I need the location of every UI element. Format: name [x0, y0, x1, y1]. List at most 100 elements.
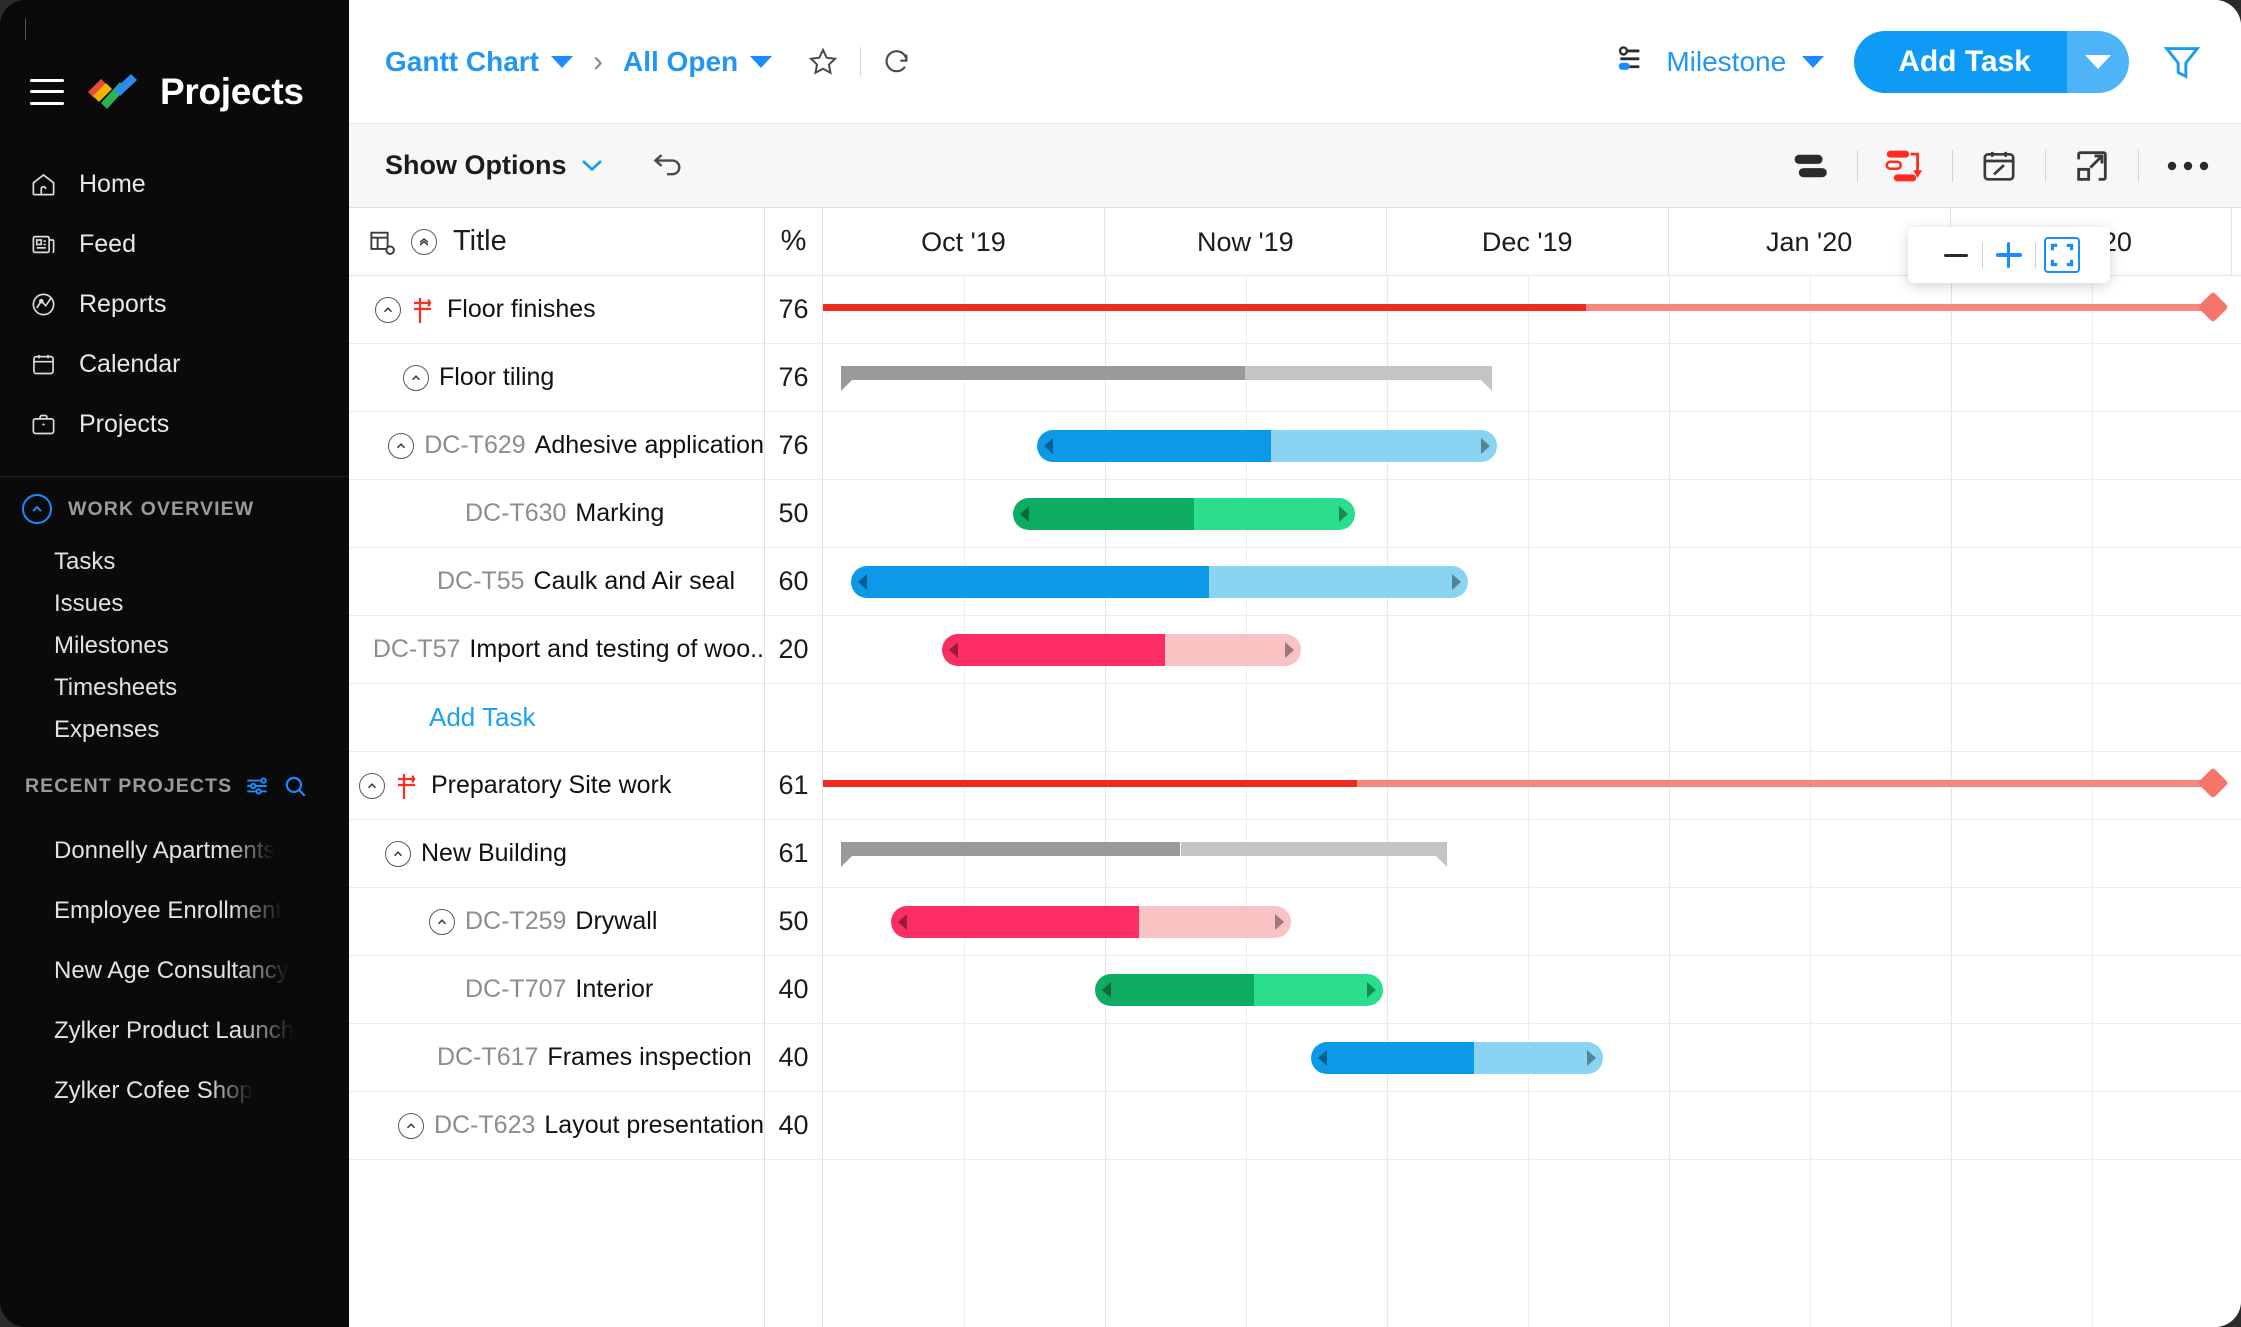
show-options-button[interactable]: Show Options [385, 150, 603, 181]
table-row[interactable]: DC-T630 Marking [349, 480, 764, 548]
task-bar[interactable] [1095, 974, 1384, 1006]
brand-title: Projects [160, 70, 304, 112]
search-icon[interactable] [282, 773, 308, 799]
drag-handle-right[interactable] [1367, 982, 1377, 998]
critical-path-icon[interactable] [1884, 147, 1926, 185]
row-collapse-icon[interactable] [359, 772, 385, 799]
add-task-button-group[interactable]: Add Task [1854, 30, 2129, 93]
sidebar-sub-label: Tasks [54, 548, 116, 575]
task-bar[interactable] [1310, 1042, 1603, 1074]
add-task-link[interactable]: Add Task [429, 702, 535, 733]
filter-funnel-icon[interactable] [2159, 39, 2205, 85]
table-row[interactable]: DC-T707 Interior [349, 956, 764, 1024]
row-collapse-icon[interactable] [385, 840, 411, 867]
refresh-icon[interactable] [881, 46, 913, 78]
row-collapse-icon[interactable] [375, 296, 401, 323]
drag-handle-right[interactable] [1480, 438, 1490, 454]
milestone-bar[interactable] [823, 304, 2210, 311]
chevron-down-icon [551, 55, 573, 68]
favorite-star-icon[interactable] [806, 45, 840, 79]
table-row[interactable]: Floor finishes [349, 276, 764, 344]
filter-settings-icon[interactable] [244, 773, 270, 799]
drag-handle-right[interactable] [1274, 914, 1284, 930]
table-row[interactable]: DC-T57 Import and testing of woo.. [349, 616, 764, 684]
row-collapse-icon[interactable] [429, 908, 455, 935]
table-row[interactable]: DC-T55 Caulk and Air seal [349, 548, 764, 616]
row-collapse-icon[interactable] [397, 1112, 424, 1139]
drag-handle-right[interactable] [1452, 574, 1462, 590]
milestone-diamond-icon[interactable] [2197, 767, 2229, 799]
task-bar[interactable] [851, 566, 1469, 598]
sidebar-item-timesheets[interactable]: Timesheets [0, 667, 349, 709]
sidebar-project-zylker-product-launch[interactable]: Zylker Product Launch [0, 1001, 349, 1061]
add-task-dropdown-button[interactable] [2067, 30, 2129, 93]
sidebar-item-calendar[interactable]: Calendar [0, 334, 349, 394]
gantt-timeline-pane[interactable]: Oct '19 Now '19 Dec '19 Jan '20 Feb'20 M… [823, 208, 2241, 1327]
sidebar-item-home[interactable]: Home [0, 154, 349, 214]
collapse-all-icon[interactable] [411, 228, 437, 255]
column-settings-icon[interactable] [367, 227, 397, 257]
table-row-add-task[interactable]: Add Task [349, 684, 764, 752]
fullscreen-icon[interactable] [2072, 146, 2112, 186]
drag-handle-left[interactable] [1317, 1050, 1327, 1066]
drag-handle-right[interactable] [1338, 506, 1348, 522]
drag-handle-right[interactable] [1284, 642, 1294, 658]
sidebar-item-expenses[interactable]: Expenses [0, 709, 349, 751]
table-row[interactable]: Floor tiling [349, 344, 764, 412]
zoom-fit-button[interactable] [2036, 227, 2088, 283]
milestone-filter-icon[interactable] [1614, 43, 1652, 81]
drag-handle-left[interactable] [1102, 982, 1112, 998]
milestone-selector[interactable]: Milestone [1666, 46, 1825, 78]
add-task-button[interactable]: Add Task [1854, 30, 2067, 93]
row-collapse-icon[interactable] [388, 432, 415, 459]
table-row[interactable]: Preparatory Site work [349, 752, 764, 820]
sidebar-section-work-overview[interactable]: WORK OVERVIEW [0, 477, 349, 541]
table-row[interactable]: DC-T259 Drywall [349, 888, 764, 956]
task-bar-progress [891, 906, 1139, 938]
sidebar-project-new-age-consultancy[interactable]: New Age Consultancy [0, 941, 349, 1001]
zoom-out-button[interactable] [1930, 227, 1982, 283]
task-name: Drywall [575, 907, 658, 935]
task-bar[interactable] [1013, 498, 1355, 530]
zoom-control-popup[interactable] [1907, 227, 2110, 283]
drag-handle-left[interactable] [1020, 506, 1029, 522]
summary-bar[interactable] [841, 842, 1447, 867]
sidebar-item-feed[interactable]: Feed [0, 214, 349, 274]
sidebar-project-zylker-cofee-shop[interactable]: Zylker Cofee Shop [0, 1061, 349, 1121]
table-row[interactable]: DC-T629 Adhesive application [349, 412, 764, 480]
milestone-bar[interactable] [823, 780, 2210, 787]
breadcrumb-filter-selector[interactable]: All Open [623, 46, 773, 78]
row-collapse-icon[interactable] [403, 364, 429, 391]
sidebar-item-reports[interactable]: Reports [0, 274, 349, 334]
task-bar[interactable] [1037, 430, 1497, 462]
task-id: DC-T623 [433, 1111, 536, 1139]
drag-handle-left[interactable] [898, 914, 908, 930]
sidebar-item-projects[interactable]: Projects [0, 394, 349, 454]
percent-cell: 61 [765, 752, 822, 820]
drag-handle-left[interactable] [858, 574, 868, 590]
sidebar-item-issues[interactable]: Issues [0, 583, 349, 625]
percent-cell: 76 [765, 276, 822, 344]
calendar-settings-icon[interactable] [1979, 146, 2019, 186]
summary-bar[interactable] [841, 366, 1493, 391]
task-bar[interactable] [942, 634, 1301, 666]
table-row[interactable]: DC-T623 Layout presentation [349, 1092, 764, 1160]
sidebar-item-milestones[interactable]: Milestones [0, 625, 349, 667]
undo-icon[interactable] [649, 151, 685, 181]
drag-handle-right[interactable] [1586, 1050, 1596, 1066]
table-row[interactable]: DC-T617 Frames inspection [349, 1024, 764, 1092]
sidebar-item-tasks[interactable]: Tasks [0, 541, 349, 583]
drag-handle-left[interactable] [1044, 438, 1054, 454]
breadcrumb-view-selector[interactable]: Gantt Chart [385, 46, 573, 78]
sidebar-project-employee-enrollment[interactable]: Employee Enrollment [0, 881, 349, 941]
sidebar-nav: Home Feed Reports Calendar Projects [0, 154, 349, 454]
drag-handle-left[interactable] [949, 642, 959, 658]
baseline-view-icon[interactable] [1789, 150, 1831, 182]
hamburger-menu-icon[interactable] [30, 78, 64, 105]
zoom-in-button[interactable] [1983, 227, 2035, 283]
sidebar-project-donnelly-apartments[interactable]: Donnelly Apartments [0, 821, 349, 881]
more-options-icon[interactable] [2165, 158, 2211, 174]
task-bar[interactable] [891, 906, 1291, 938]
table-row[interactable]: New Building [349, 820, 764, 888]
milestone-diamond-icon[interactable] [2197, 291, 2229, 323]
